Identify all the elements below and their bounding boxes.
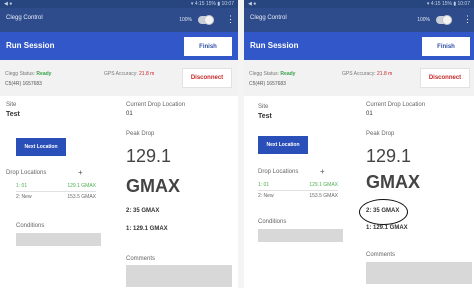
drop-location-row[interactable]: 2: New 153.5 GMAX (16, 194, 96, 201)
peak-drop-value: 129.1 (126, 146, 172, 166)
drop-location-reading: 153.5 GMAX (67, 194, 96, 200)
next-location-button[interactable]: Next Location (258, 136, 308, 154)
site-value: Test (258, 113, 272, 120)
system-status-bar: ◀ ● ▾ 4:15 15% ▮ 10:07 (244, 0, 474, 8)
site-label: Site (258, 104, 269, 110)
drop-location-reading: 129.1 GMAX (67, 183, 96, 189)
toggle-knob (204, 15, 214, 25)
device-status-row: Clegg Status: Ready C5(4R) 1657683 GPS A… (0, 60, 238, 96)
site-value: Test (6, 111, 20, 118)
drop-location-name: 2: New (258, 193, 274, 199)
kebab-menu-icon[interactable]: ⋮ (463, 15, 472, 24)
site-label: Site (6, 102, 17, 108)
session-title: Run Session (6, 41, 55, 50)
clegg-status: Clegg Status: Ready (5, 71, 51, 77)
conditions-field[interactable] (16, 233, 101, 246)
system-status-left: ◀ ● (4, 1, 13, 7)
app-bar: Clegg Control 100% ⋮ (244, 8, 474, 32)
drop-location-name: 2: New (16, 194, 32, 200)
drop-locations-label: Drop Locations (258, 169, 299, 175)
connection-toggle[interactable] (198, 15, 214, 25)
system-status-right: ▾ 4:15 15% ▮ 10:07 (190, 1, 234, 7)
system-status-bar: ◀ ● ▾ 4:15 15% ▮ 10:07 (0, 0, 238, 8)
gps-accuracy: GPS Accuracy: 21.8 m (342, 71, 392, 77)
drop-location-reading: 153.5 GMAX (309, 193, 338, 199)
session-header: Run Session Finish (0, 32, 238, 60)
system-status-right: ▾ 4:15 15% ▮ 10:07 (426, 1, 470, 7)
app-bar: Clegg Control 100% ⋮ (0, 8, 238, 32)
system-status-left: ◀ ● (248, 1, 257, 7)
row-divider (258, 190, 338, 191)
comments-field[interactable] (126, 265, 232, 287)
drop-location-reading: 129.1 GMAX (309, 182, 338, 188)
gps-accuracy-label: GPS Accuracy: (104, 71, 138, 77)
peak-drop-label: Peak Drop (126, 131, 155, 137)
add-location-icon[interactable]: + (78, 168, 83, 177)
peak-drop-unit: GMAX (126, 176, 180, 196)
next-location-button[interactable]: Next Location (16, 138, 66, 156)
comments-label: Comments (366, 252, 396, 258)
finish-button[interactable]: Finish (422, 37, 470, 56)
gps-accuracy-value: 21.8 m (139, 71, 155, 77)
clegg-device-id: C5(4R) 1657683 (249, 81, 286, 87)
clegg-status: Clegg Status: Ready (249, 71, 295, 77)
peak-drop-label: Peak Drop (366, 131, 395, 137)
toggle-knob (442, 15, 452, 25)
add-location-icon[interactable]: + (320, 167, 325, 176)
drop-location-row[interactable]: 2: New 153.5 GMAX (258, 193, 338, 200)
battery-level: 100% (417, 17, 430, 23)
comments-label: Comments (126, 256, 156, 262)
clegg-status-label: Clegg Status: (249, 71, 280, 77)
drop-result-1: 1: 129.1 GMAX (366, 225, 408, 231)
current-drop-location-value: 01 (366, 111, 373, 117)
drop-result-2: 2: 35 GMAX (126, 208, 160, 214)
conditions-label: Conditions (258, 219, 287, 225)
screen-left: ◀ ● ▾ 4:15 15% ▮ 10:07 Clegg Control 100… (0, 0, 238, 288)
kebab-menu-icon[interactable]: ⋮ (226, 15, 235, 24)
drop-location-name: 1: 01 (16, 183, 28, 189)
device-status-row: Clegg Status: Ready C5(4R) 1657683 GPS A… (244, 60, 474, 96)
disconnect-button[interactable]: Disconnect (420, 68, 470, 88)
gps-accuracy: GPS Accuracy: 21.8 m (104, 71, 154, 77)
conditions-field[interactable] (258, 229, 343, 242)
peak-drop-value: 129.1 (366, 146, 412, 166)
drop-location-row[interactable]: 1: 01 129.1 GMAX (16, 183, 96, 190)
gps-accuracy-label: GPS Accuracy: (342, 71, 376, 77)
drop-location-row[interactable]: 1: 01 129.1 GMAX (258, 182, 338, 189)
session-header: Run Session Finish (244, 32, 474, 60)
clegg-status-value: Ready (36, 71, 52, 77)
gps-accuracy-value: 21.8 m (377, 71, 393, 77)
current-drop-location-label: Current Drop Location (366, 102, 426, 108)
disconnect-button[interactable]: Disconnect (182, 68, 232, 88)
peak-drop-unit: GMAX (366, 172, 420, 192)
current-drop-location-value: 01 (126, 111, 133, 117)
screen-right: ◀ ● ▾ 4:15 15% ▮ 10:07 Clegg Control 100… (244, 0, 474, 288)
drop-location-name: 1: 01 (258, 182, 270, 188)
row-divider (16, 191, 96, 192)
connection-toggle[interactable] (436, 15, 452, 25)
comments-field[interactable] (366, 262, 472, 284)
session-title: Run Session (250, 41, 299, 50)
conditions-label: Conditions (16, 223, 45, 229)
clegg-status-label: Clegg Status: (5, 71, 36, 77)
finish-button[interactable]: Finish (184, 37, 232, 56)
clegg-status-value: Ready (280, 71, 296, 77)
drop-result-1: 1: 129.1 GMAX (126, 226, 168, 232)
drop-locations-label: Drop Locations (6, 170, 47, 176)
clegg-device-id: C5(4R) 1657683 (5, 81, 42, 87)
drop-result-2: 2: 35 GMAX (366, 208, 400, 214)
current-drop-location-label: Current Drop Location (126, 102, 186, 108)
battery-level: 100% (179, 17, 192, 23)
app-title: Clegg Control (250, 15, 287, 21)
app-title: Clegg Control (6, 15, 43, 21)
